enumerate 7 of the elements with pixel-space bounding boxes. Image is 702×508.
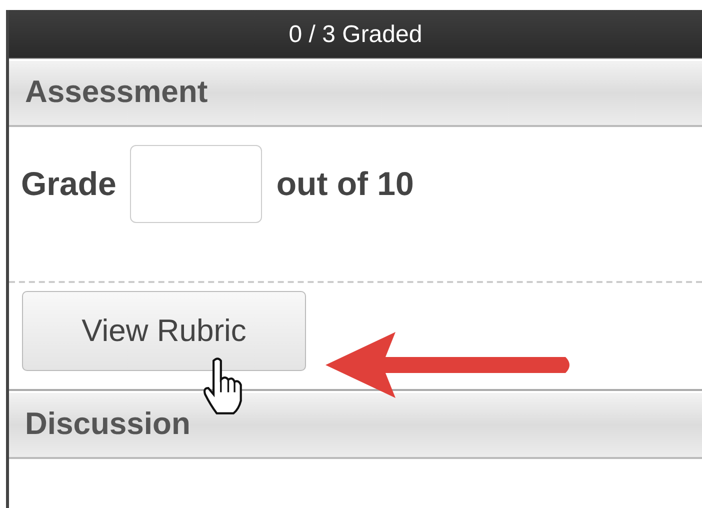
grade-label: Grade xyxy=(21,165,116,203)
section-header[interactable]: Assessment xyxy=(9,59,702,127)
view-rubric-button[interactable]: View Rubric xyxy=(22,291,306,371)
grade-field[interactable] xyxy=(130,145,262,223)
section-header[interactable]: Discussion xyxy=(9,391,702,459)
grade-suffix: out of 10 xyxy=(276,165,414,203)
header-bar: 0 / 3 Graded xyxy=(9,10,702,58)
